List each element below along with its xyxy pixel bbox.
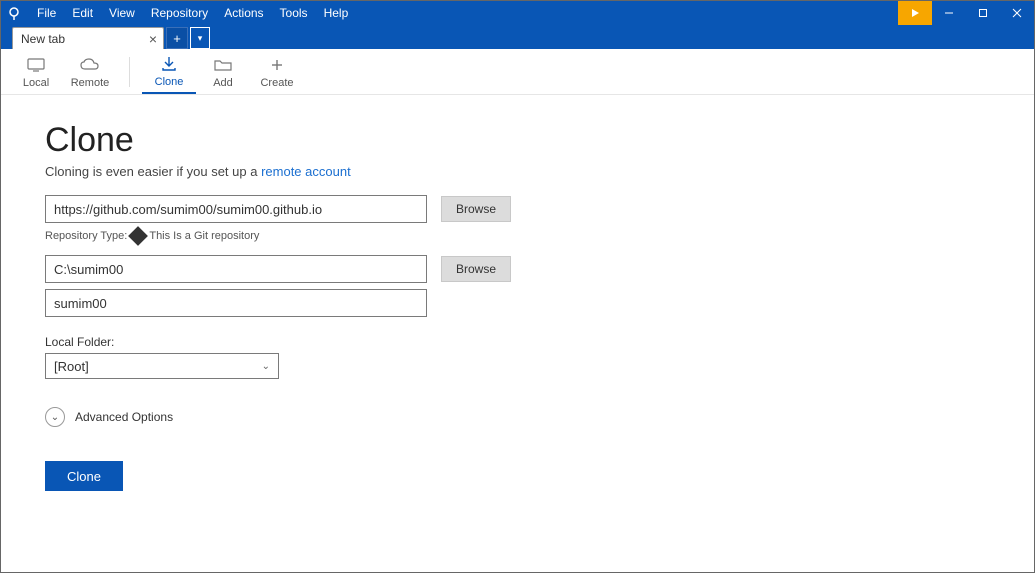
menu-view[interactable]: View xyxy=(101,6,143,20)
tab-label: New tab xyxy=(21,32,65,46)
menu-repository[interactable]: Repository xyxy=(143,6,216,20)
local-folder-value: [Root] xyxy=(54,359,89,374)
menu-help[interactable]: Help xyxy=(316,6,357,20)
menu-actions[interactable]: Actions xyxy=(216,6,271,20)
local-folder-select[interactable]: [Root] ⌄ xyxy=(45,353,279,379)
toolbar-remote-label: Remote xyxy=(71,77,110,89)
minimize-button[interactable] xyxy=(932,1,966,25)
close-button[interactable] xyxy=(1000,1,1034,25)
toolbar: Local Remote Clone Add Create xyxy=(1,49,1034,95)
menu-tools[interactable]: Tools xyxy=(272,6,316,20)
tab-close-icon[interactable]: × xyxy=(149,31,157,47)
toolbar-create-label: Create xyxy=(260,77,293,89)
cloud-icon xyxy=(79,55,101,75)
toolbar-create[interactable]: Create xyxy=(250,50,304,94)
repo-type-text: This Is a Git repository xyxy=(149,230,259,242)
local-folder-label: Local Folder: xyxy=(45,335,990,349)
menu-edit[interactable]: Edit xyxy=(64,6,101,20)
toolbar-add-label: Add xyxy=(213,77,233,89)
maximize-button[interactable] xyxy=(966,1,1000,25)
toolbar-local[interactable]: Local xyxy=(9,50,63,94)
tabbar: New tab × + ▾ xyxy=(1,25,1034,49)
tab-new[interactable]: New tab × xyxy=(12,27,164,49)
tab-dropdown-button[interactable]: ▾ xyxy=(190,27,210,49)
chevron-down-circle-icon: ⌄ xyxy=(45,407,65,427)
play-button[interactable] xyxy=(898,1,932,25)
toolbar-separator xyxy=(129,57,130,87)
monitor-icon xyxy=(26,55,46,75)
toolbar-clone-label: Clone xyxy=(155,76,184,88)
advanced-options-toggle[interactable]: ⌄ Advanced Options xyxy=(45,407,990,427)
subtitle-text: Cloning is even easier if you set up a xyxy=(45,164,261,179)
browse-destination-button[interactable]: Browse xyxy=(441,256,511,282)
toolbar-local-label: Local xyxy=(23,77,49,89)
window-controls xyxy=(898,1,1034,25)
toolbar-remote[interactable]: Remote xyxy=(63,50,117,94)
toolbar-add[interactable]: Add xyxy=(196,50,250,94)
repo-type-label: Repository Type: xyxy=(45,230,127,242)
repo-type-row: Repository Type: This Is a Git repositor… xyxy=(45,229,990,243)
menubar: File Edit View Repository Actions Tools … xyxy=(1,1,1034,25)
advanced-options-label: Advanced Options xyxy=(75,410,173,424)
tab-add-button[interactable]: + xyxy=(166,27,188,49)
menu-file[interactable]: File xyxy=(29,6,64,20)
chevron-down-icon: ⌄ xyxy=(262,361,270,372)
name-input[interactable] xyxy=(45,289,427,317)
source-url-input[interactable] xyxy=(45,195,427,223)
plus-icon xyxy=(270,55,284,75)
destination-path-input[interactable] xyxy=(45,255,427,283)
folder-icon xyxy=(213,55,233,75)
download-icon xyxy=(160,54,178,74)
page-subtitle: Cloning is even easier if you set up a r… xyxy=(45,164,990,179)
git-icon xyxy=(128,226,148,246)
clone-button[interactable]: Clone xyxy=(45,461,123,491)
browse-source-button[interactable]: Browse xyxy=(441,196,511,222)
page-title: Clone xyxy=(45,121,990,160)
remote-account-link[interactable]: remote account xyxy=(261,164,351,179)
app-logo-icon xyxy=(5,4,23,22)
content: Clone Cloning is even easier if you set … xyxy=(1,95,1034,517)
toolbar-clone[interactable]: Clone xyxy=(142,50,196,94)
